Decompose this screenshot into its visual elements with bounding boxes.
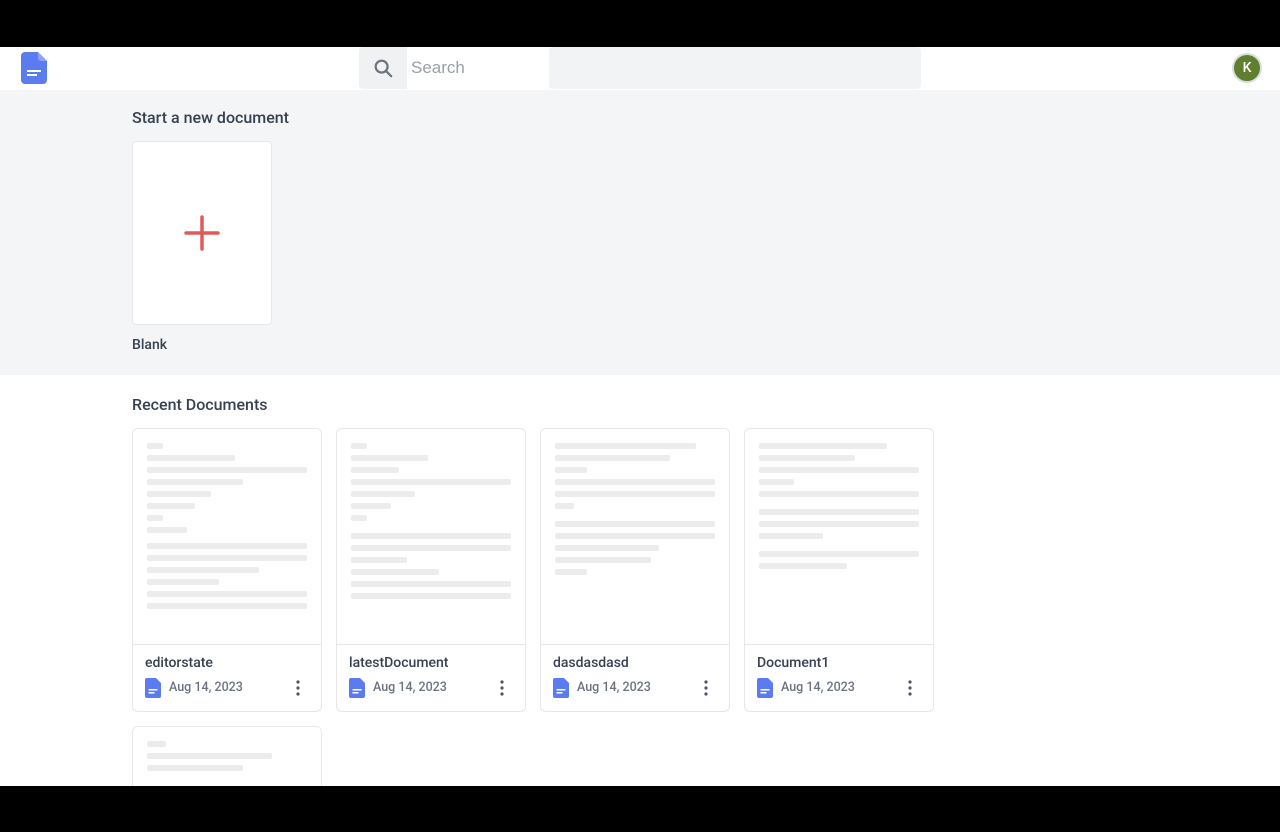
app-header: K [0, 47, 1280, 90]
new-blank-label: Blank [132, 337, 1148, 353]
more-options-button[interactable] [899, 677, 921, 699]
document-date: Aug 14, 2023 [577, 680, 687, 695]
document-title: latestDocument [349, 655, 513, 671]
document-thumbnail [337, 429, 525, 644]
document-card[interactable]: latestDocument Aug 14, 2023 [336, 428, 526, 712]
more-options-button[interactable] [287, 677, 309, 699]
document-card[interactable]: editorstate Aug 14, 2023 [132, 428, 322, 712]
document-date: Aug 14, 2023 [781, 680, 891, 695]
document-title: dasdasdasd [553, 655, 717, 671]
docs-icon [757, 678, 773, 698]
app-logo[interactable] [20, 51, 48, 84]
start-new-section: Start a new document Blank [0, 90, 1280, 375]
document-card[interactable]: dasdasdasd Aug 14, 2023 [540, 428, 730, 712]
document-title: Document1 [757, 655, 921, 671]
more-options-button[interactable] [695, 677, 717, 699]
more-options-button[interactable] [491, 677, 513, 699]
recent-title: Recent Documents [132, 395, 1148, 414]
new-blank-document[interactable] [132, 141, 272, 325]
search [359, 47, 537, 89]
header-center [48, 47, 1232, 89]
document-date: Aug 14, 2023 [169, 680, 279, 695]
document-thumbnail [745, 429, 933, 644]
header-placeholder-pill [549, 47, 921, 89]
search-input[interactable] [407, 47, 537, 89]
plus-icon [182, 213, 222, 253]
docs-icon [145, 678, 161, 698]
recent-section: Recent Documents [0, 375, 1280, 787]
avatar[interactable]: K [1232, 53, 1262, 83]
document-thumbnail [541, 429, 729, 644]
document-title: editorstate [145, 655, 309, 671]
recent-grid: editorstate Aug 14, 2023 [132, 428, 1148, 787]
document-card[interactable]: Document1 Aug 14, 2023 [744, 428, 934, 712]
document-card[interactable] [132, 726, 322, 787]
document-thumbnail [133, 727, 321, 787]
document-date: Aug 14, 2023 [373, 680, 483, 695]
docs-icon [349, 678, 365, 698]
document-thumbnail [133, 429, 321, 644]
search-icon[interactable] [359, 47, 407, 89]
docs-icon [553, 678, 569, 698]
start-new-title: Start a new document [132, 108, 1148, 127]
